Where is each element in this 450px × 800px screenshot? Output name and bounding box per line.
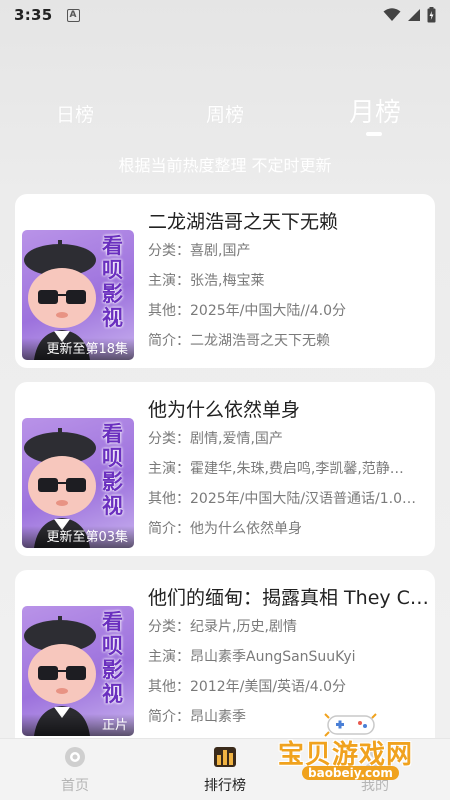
intro-value: 他为什么依然单身 xyxy=(190,521,302,537)
notification-icon: A xyxy=(66,8,80,22)
other-value: 2012年/美国/英语/4.0分 xyxy=(190,679,347,695)
episode-badge: 更新至第03集 xyxy=(22,526,134,548)
category-label: 分类： xyxy=(148,243,190,259)
nav-profile-label: 我的 xyxy=(361,778,389,794)
battery-icon xyxy=(427,7,436,23)
item-category: 分类：喜剧,国产 xyxy=(148,236,430,266)
list-item[interactable]: 看 呗 影 视 更新至第03集 他为什么依然单身 分类：剧情,爱情,国产 主演：… xyxy=(15,382,435,556)
intro-label: 简介： xyxy=(148,709,190,725)
brand-char: 视 xyxy=(102,494,123,518)
poster-brand-text: 看 呗 影 视 xyxy=(102,610,128,706)
nav-profile[interactable]: 我的 xyxy=(335,745,415,795)
brand-char: 呗 xyxy=(102,446,123,470)
category-label: 分类： xyxy=(148,619,190,635)
nav-ranking[interactable]: 排行榜 xyxy=(185,745,265,795)
cast-value: 张浩,梅宝莱 xyxy=(190,273,265,289)
brand-char: 影 xyxy=(102,282,123,306)
episode-badge: 更新至第18集 xyxy=(22,338,134,360)
status-time: 3:35 xyxy=(14,6,53,24)
other-label: 其他： xyxy=(148,303,190,319)
item-info: 他们的缅甸：揭露真相 They C… 分类：纪录片,历史,剧情 主演：昂山素季A… xyxy=(148,584,430,732)
item-title[interactable]: 他为什么依然单身 xyxy=(148,396,430,424)
poster-image[interactable]: 看 呗 影 视 更新至第03集 xyxy=(22,418,134,548)
intro-label: 简介： xyxy=(148,521,190,537)
other-label: 其他： xyxy=(148,679,190,695)
brand-char: 影 xyxy=(102,470,123,494)
home-icon xyxy=(65,747,85,767)
category-value: 喜剧,国产 xyxy=(190,243,251,259)
list-item[interactable]: 看 呗 影 视 正片 他们的缅甸：揭露真相 They C… 分类：纪录片,历史,… xyxy=(15,570,435,750)
item-category: 分类：纪录片,历史,剧情 xyxy=(148,612,430,642)
active-tab-indicator xyxy=(366,132,382,136)
brand-char: 呗 xyxy=(102,258,123,282)
poster-image[interactable]: 看 呗 影 视 正片 xyxy=(22,606,134,736)
item-intro: 简介：二龙湖浩哥之天下无赖 xyxy=(148,326,430,356)
brand-char: 看 xyxy=(102,422,123,446)
item-info: 他为什么依然单身 分类：剧情,爱情,国产 主演：霍建华,朱珠,费启鸣,李凯馨,范… xyxy=(148,396,430,544)
tab-daily[interactable]: 日榜 xyxy=(56,100,94,127)
cast-value: 霍建华,朱珠,费启鸣,李凯馨,范静… xyxy=(190,461,404,477)
status-bar: 3:35 A xyxy=(0,0,450,30)
ranking-icon xyxy=(214,747,236,767)
ranking-subtitle: 根据当前热度整理 不定时更新 xyxy=(118,156,332,175)
poster-brand-text: 看 呗 影 视 xyxy=(102,234,128,330)
cast-label: 主演： xyxy=(148,461,190,477)
cast-label: 主演： xyxy=(148,273,190,289)
category-value: 纪录片,历史,剧情 xyxy=(190,619,297,635)
item-other: 其他：2025年/中国大陆//4.0分 xyxy=(148,296,430,326)
status-icons xyxy=(383,7,436,23)
brand-char: 视 xyxy=(102,306,123,330)
signal-icon xyxy=(408,9,420,21)
category-value: 剧情,爱情,国产 xyxy=(190,431,283,447)
nav-home-label: 首页 xyxy=(61,778,89,794)
bottom-nav: 首页 排行榜 我的 xyxy=(0,738,450,800)
ranking-list: 看 呗 影 视 更新至第18集 二龙湖浩哥之天下无赖 分类：喜剧,国产 主演：张… xyxy=(15,194,435,764)
item-title[interactable]: 他们的缅甸：揭露真相 They C… xyxy=(148,584,430,612)
intro-label: 简介： xyxy=(148,333,190,349)
item-cast: 主演：霍建华,朱珠,费启鸣,李凯馨,范静… xyxy=(148,454,430,484)
item-intro: 简介：他为什么依然单身 xyxy=(148,514,430,544)
other-value: 2025年/中国大陆//4.0分 xyxy=(190,303,347,319)
other-value: 2025年/中国大陆/汉语普通话/1.0… xyxy=(190,491,417,507)
item-other: 其他：2025年/中国大陆/汉语普通话/1.0… xyxy=(148,484,430,514)
item-cast: 主演：昂山素季AungSanSuuKyi xyxy=(148,642,430,672)
list-item[interactable]: 看 呗 影 视 更新至第18集 二龙湖浩哥之天下无赖 分类：喜剧,国产 主演：张… xyxy=(15,194,435,368)
cast-value: 昂山素季AungSanSuuKyi xyxy=(190,649,356,665)
item-cast: 主演：张浩,梅宝莱 xyxy=(148,266,430,296)
tab-weekly[interactable]: 周榜 xyxy=(206,100,244,127)
brand-char: 看 xyxy=(102,234,123,258)
poster-image[interactable]: 看 呗 影 视 更新至第18集 xyxy=(22,230,134,360)
category-label: 分类： xyxy=(148,431,190,447)
other-label: 其他： xyxy=(148,491,190,507)
profile-icon xyxy=(365,748,385,767)
nav-home[interactable]: 首页 xyxy=(35,745,115,795)
brand-char: 呗 xyxy=(102,634,123,658)
nav-ranking-label: 排行榜 xyxy=(204,778,246,794)
item-intro: 简介：昂山素季 xyxy=(148,702,430,732)
item-info: 二龙湖浩哥之天下无赖 分类：喜剧,国产 主演：张浩,梅宝莱 其他：2025年/中… xyxy=(148,208,430,356)
item-other: 其他：2012年/美国/英语/4.0分 xyxy=(148,672,430,702)
item-title[interactable]: 二龙湖浩哥之天下无赖 xyxy=(148,208,430,236)
ranking-tabs: 日榜 周榜 月榜 xyxy=(0,92,450,136)
tab-monthly[interactable]: 月榜 xyxy=(349,92,401,129)
wifi-icon xyxy=(383,8,401,21)
intro-value: 昂山素季 xyxy=(190,709,246,725)
episode-badge: 正片 xyxy=(22,714,134,736)
poster-brand-text: 看 呗 影 视 xyxy=(102,422,128,518)
brand-char: 影 xyxy=(102,658,123,682)
brand-char: 看 xyxy=(102,610,123,634)
item-category: 分类：剧情,爱情,国产 xyxy=(148,424,430,454)
cast-label: 主演： xyxy=(148,649,190,665)
intro-value: 二龙湖浩哥之天下无赖 xyxy=(190,333,330,349)
brand-char: 视 xyxy=(102,682,123,706)
